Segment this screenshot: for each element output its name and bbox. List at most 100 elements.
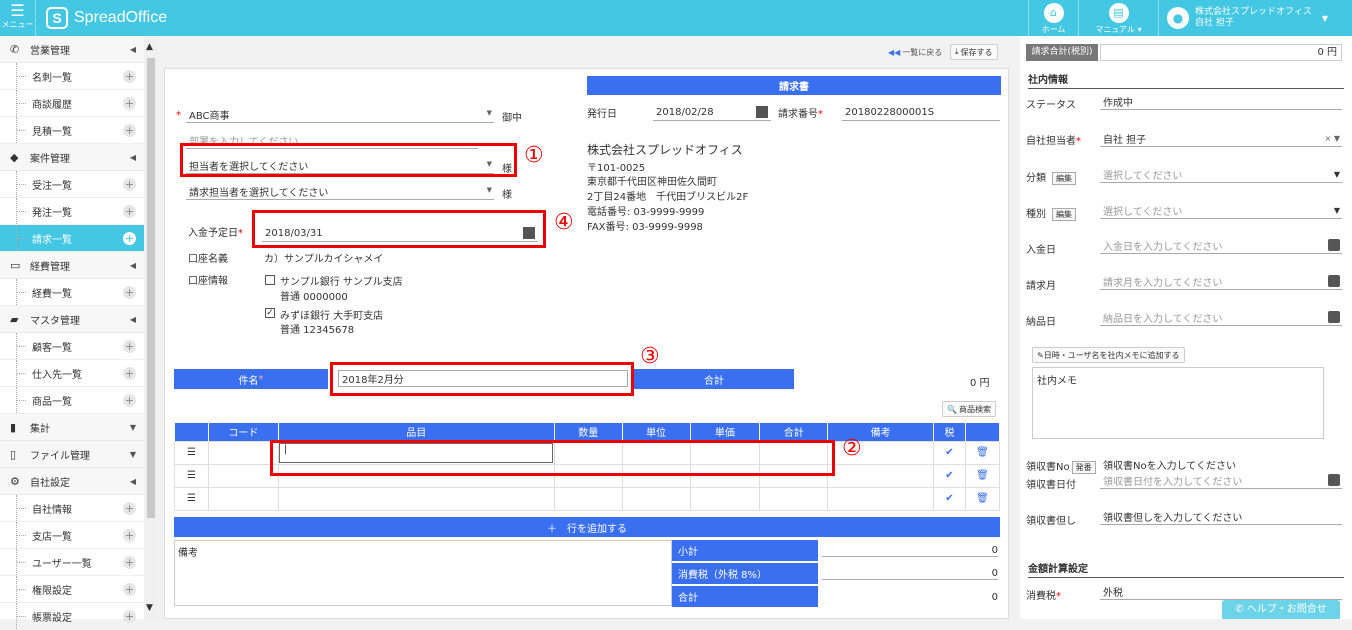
drag-handle-icon[interactable]: ☰	[174, 486, 209, 511]
receipt-date-input[interactable]: 領収書日付を入力してください	[1100, 473, 1342, 489]
paid-date-input[interactable]: 入金日を入力してください	[1100, 238, 1342, 254]
clear-chevron-icon[interactable]: × ▼	[1325, 134, 1340, 143]
remarks-textarea[interactable]: 備考	[174, 540, 672, 606]
sidebar-item[interactable]: 帳票設定 +	[0, 603, 144, 630]
bank2-checkbox[interactable]: ✓	[265, 308, 275, 318]
sidebar-item[interactable]: 見積一覧 +	[0, 117, 144, 144]
bank2-account: 普通 12345678	[280, 325, 355, 336]
issue-number-button[interactable]: 発番	[1071, 461, 1096, 474]
col-delete	[965, 423, 1001, 441]
sidebar-item[interactable]: 発注一覧 +	[0, 198, 144, 225]
scroll-thumb[interactable]	[147, 58, 155, 518]
check-icon[interactable]: ✔	[933, 440, 966, 465]
tax-setting-select[interactable]: 外税	[1100, 584, 1342, 600]
type-select[interactable]: 選択してください ▼	[1100, 203, 1342, 219]
qty-cell[interactable]	[553, 486, 623, 511]
plus-icon[interactable]: +	[123, 340, 136, 353]
calendar-icon[interactable]	[1328, 311, 1340, 323]
calendar-icon[interactable]	[756, 106, 768, 118]
sidebar-group[interactable]: ⚙ 自社設定 ◀	[0, 468, 144, 495]
delivery-date-input[interactable]: 納品日を入力してください	[1100, 310, 1342, 326]
code-cell[interactable]	[207, 486, 279, 511]
plus-icon[interactable]: +	[123, 205, 136, 218]
calendar-icon[interactable]	[1328, 474, 1340, 486]
category-edit-button[interactable]: 編集	[1052, 172, 1076, 185]
code-cell[interactable]	[207, 440, 279, 465]
check-icon[interactable]: ✔	[933, 486, 966, 511]
sidebar-item[interactable]: 商談履歴 +	[0, 90, 144, 117]
plus-icon[interactable]: +	[123, 178, 136, 191]
user-menu[interactable]: ● 株式会社スプレッドオフィス 自社 担子 ▼	[1158, 0, 1352, 36]
category-select[interactable]: 選択してください ▼	[1100, 167, 1342, 183]
code-cell[interactable]	[207, 463, 279, 488]
plus-icon[interactable]: +	[123, 97, 136, 110]
scroll-down-icon[interactable]: ▼	[146, 603, 153, 613]
note-cell[interactable]	[827, 463, 934, 488]
sidebar-item[interactable]: ユーザー一覧 +	[0, 549, 144, 576]
add-row-button[interactable]: ＋ 行を追加する	[174, 517, 1000, 537]
product-search-button[interactable]: 🔍 商品検索	[942, 401, 996, 417]
calendar-icon[interactable]	[1328, 239, 1340, 251]
billing-month-input[interactable]: 請求月を入力してください	[1100, 274, 1342, 290]
trash-icon[interactable]: 🗑	[964, 440, 1001, 465]
sidebar-item[interactable]: 仕入先一覧 +	[0, 360, 144, 387]
plus-icon[interactable]: +	[123, 502, 136, 515]
sidebar-item[interactable]: 経費一覧 +	[0, 279, 144, 306]
help-button[interactable]: ✆ ヘルプ・お問合せ	[1222, 600, 1340, 619]
logo[interactable]: S SpreadOffice	[46, 6, 167, 30]
note-cell[interactable]	[827, 486, 934, 511]
drag-handle-icon[interactable]: ☰	[174, 463, 209, 488]
sidebar-group[interactable]: ▰ マスタ管理 ◀	[0, 306, 144, 333]
plus-icon[interactable]: +	[123, 394, 136, 407]
memo-textarea[interactable]: 社内メモ	[1032, 367, 1324, 439]
owner-select[interactable]: 自社 担子 × ▼	[1100, 131, 1342, 147]
status-field[interactable]: 作成中	[1100, 94, 1342, 110]
sidebar-group[interactable]: ▭ 経費管理 ◀	[0, 252, 144, 279]
save-button[interactable]: ⤓ 保存する	[950, 44, 998, 60]
invoice-number-field[interactable]: 2018022800001S	[842, 104, 1000, 121]
price-cell[interactable]	[689, 486, 761, 511]
sidebar-group[interactable]: ✆ 営業管理 ◀	[0, 36, 144, 63]
unit-cell[interactable]	[621, 486, 691, 511]
item-cell[interactable]	[277, 486, 555, 511]
back-to-list-link[interactable]: ◀◀ 一覧に戻る	[884, 44, 946, 60]
scroll-up-icon[interactable]: ▲	[146, 42, 153, 52]
plus-icon[interactable]: +	[123, 583, 136, 596]
plus-icon[interactable]: +	[123, 232, 136, 245]
issue-date-field[interactable]: 2018/02/28	[653, 104, 771, 121]
plus-icon[interactable]: +	[123, 70, 136, 83]
bank1-checkbox[interactable]	[265, 275, 275, 285]
sidebar-item[interactable]: 支店一覧 +	[0, 522, 144, 549]
sidebar-item[interactable]: 商品一覧 +	[0, 387, 144, 414]
sidebar-group[interactable]: ▯ ファイル管理 ▼	[0, 441, 144, 468]
trash-icon[interactable]: 🗑	[964, 486, 1001, 511]
menu-button[interactable]: ☰ メニュー	[0, 0, 36, 36]
plus-icon[interactable]: +	[123, 124, 136, 137]
check-icon[interactable]: ✔	[933, 463, 966, 488]
billing-contact-select[interactable]: 請求担当者を選択してください ▼	[186, 183, 494, 200]
sidebar-scrollbar[interactable]: ▲ ▼	[144, 36, 158, 619]
plus-icon[interactable]: +	[123, 610, 136, 623]
plus-icon[interactable]: +	[123, 286, 136, 299]
plus-icon[interactable]: +	[123, 367, 136, 380]
customer-select[interactable]: ABC商事 ▼	[186, 106, 494, 123]
manual-button[interactable]: ▤ マニュアル ▾	[1078, 0, 1158, 36]
type-edit-button[interactable]: 編集	[1052, 208, 1076, 221]
calendar-icon[interactable]	[1328, 275, 1340, 287]
plus-icon[interactable]: +	[123, 529, 136, 542]
receipt-no-input[interactable]: 領収書Noを入力してください	[1100, 456, 1342, 472]
sidebar-item[interactable]: 請求一覧 +	[0, 225, 144, 252]
home-button[interactable]: ⌂ ホーム	[1028, 0, 1078, 36]
plus-icon[interactable]: +	[123, 556, 136, 569]
sidebar-item[interactable]: 名刺一覧 +	[0, 63, 144, 90]
sidebar-item[interactable]: 受注一覧 +	[0, 171, 144, 198]
receipt-note-input[interactable]: 領収書但しを入力してください	[1100, 509, 1342, 525]
memo-stamp-button[interactable]: ✎ 日時・ユーザ名を社内メモに追加する	[1032, 347, 1185, 363]
drag-handle-icon[interactable]: ☰	[174, 440, 209, 465]
trash-icon[interactable]: 🗑	[964, 463, 1001, 488]
sidebar-item[interactable]: 顧客一覧 +	[0, 333, 144, 360]
sidebar-group[interactable]: ▮ 集計 ▼	[0, 414, 144, 441]
sidebar-item[interactable]: 自社情報 +	[0, 495, 144, 522]
sidebar-item[interactable]: 権限設定 +	[0, 576, 144, 603]
sidebar-group[interactable]: ◆ 案件管理 ◀	[0, 144, 144, 171]
